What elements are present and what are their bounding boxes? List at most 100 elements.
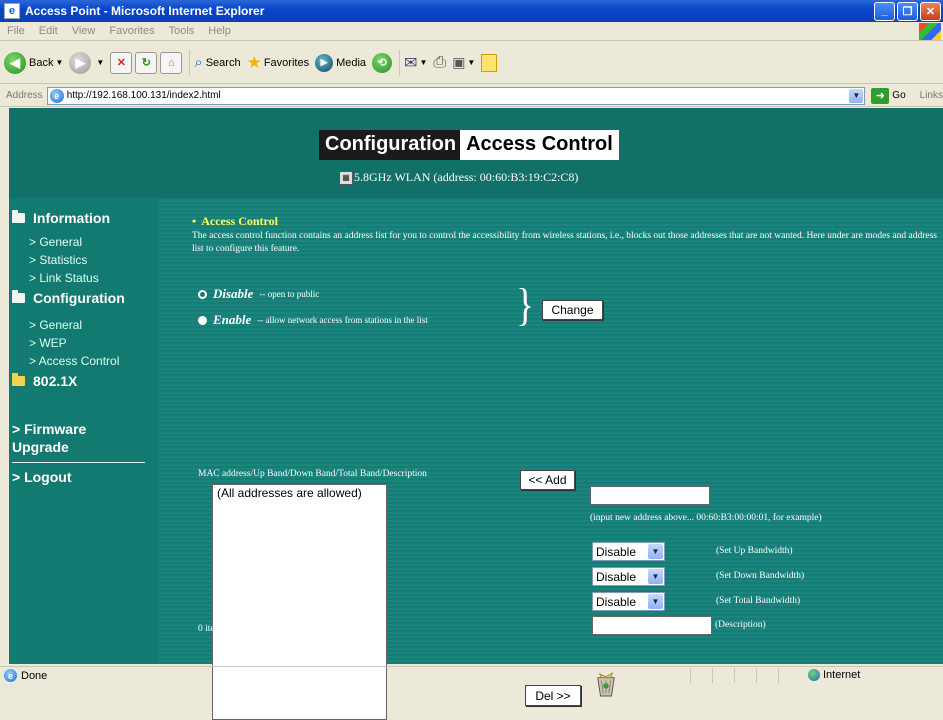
page-content: Configuration Access Control ▦ 5.8GHz WL…	[9, 108, 943, 720]
up-bandwidth-value: Disable	[596, 544, 637, 559]
nav-divider	[12, 462, 145, 463]
menu-file[interactable]: File	[0, 25, 32, 37]
forward-button[interactable]: ▶ ▼	[69, 51, 105, 74]
status-bar: e Done Internet	[0, 666, 943, 684]
print-button[interactable]: ⎙	[433, 54, 446, 72]
chevron-down-icon: ▼	[648, 569, 663, 584]
dropdown-arrow-icon: ▼	[96, 58, 105, 67]
go-button[interactable]: ➜ Go	[871, 87, 906, 104]
go-arrow-icon: ➜	[871, 87, 890, 104]
print-icon: ⎙	[433, 53, 447, 71]
radio-disable[interactable]	[198, 289, 207, 299]
nav-config-wep[interactable]: > WEP	[29, 336, 67, 350]
folder-icon	[12, 373, 25, 386]
globe-icon	[808, 669, 820, 681]
mode-disable-option[interactable]: Disable -- open to public	[198, 286, 319, 302]
edit-button[interactable]: ▣ ▼	[452, 54, 475, 71]
back-button[interactable]: ◀ Back ▼	[4, 51, 64, 74]
search-icon: ⌕	[194, 54, 203, 71]
edit-icon: ▣	[452, 54, 466, 70]
banner: Configuration Access Control ▦ 5.8GHz WL…	[9, 108, 943, 198]
sidebar: Information > General > Statistics > Lin…	[9, 198, 158, 664]
status-cell	[712, 668, 734, 683]
messenger-button[interactable]	[481, 53, 498, 72]
status-cell	[756, 668, 778, 683]
mac-address-list[interactable]: (All addresses are allowed)	[212, 484, 387, 720]
favorites-label: Favorites	[263, 56, 310, 69]
nav-802-1x[interactable]: 802.1X	[12, 373, 77, 389]
nav-info-general[interactable]: > General	[29, 235, 82, 249]
nav-information[interactable]: Information	[12, 210, 110, 226]
list-item[interactable]: (All addresses are allowed)	[217, 486, 382, 500]
open-folder-icon	[12, 210, 25, 223]
zone-text: Internet	[823, 669, 861, 681]
dropdown-arrow-icon: ▼	[467, 58, 476, 67]
back-arrow-icon: ◀	[4, 51, 26, 74]
nav-firmware-upgrade[interactable]: > Firmware Upgrade	[12, 420, 86, 456]
history-icon[interactable]: ⟲	[372, 52, 393, 73]
wlan-icon: ▦	[339, 170, 353, 185]
home-icon[interactable]: ⌂	[160, 51, 183, 74]
nav-config-access-control[interactable]: > Access Control	[29, 354, 119, 368]
links-button[interactable]: Links	[920, 90, 943, 101]
radio-enable[interactable]	[198, 315, 207, 325]
address-input[interactable]: e http://192.168.100.131/index2.html ▼	[46, 86, 866, 105]
address-dropdown-icon[interactable]: ▼	[849, 88, 864, 103]
minimize-button[interactable]: _	[874, 1, 895, 21]
add-button[interactable]: << Add	[520, 470, 575, 490]
nav-configuration-label: Configuration	[33, 290, 125, 306]
restore-button[interactable]: ❐	[897, 1, 918, 21]
nav-logout[interactable]: > Logout	[12, 468, 72, 486]
item-count: 0 items in list	[198, 624, 250, 634]
menu-bar: File Edit View Favorites Tools Help	[0, 22, 943, 41]
status-text: Done	[21, 669, 48, 682]
menu-view[interactable]: View	[65, 25, 103, 37]
refresh-icon[interactable]: ↻	[135, 51, 158, 74]
nav-802-1x-label: 802.1X	[33, 373, 78, 389]
menu-edit[interactable]: Edit	[32, 25, 65, 37]
media-label: Media	[336, 56, 367, 69]
main-panel: • Access Control The access control funct…	[158, 198, 943, 720]
bullet-icon: •	[192, 214, 197, 228]
close-button[interactable]: ✕	[920, 1, 941, 21]
address-hint: (input new address above... 00:60:B3:00:…	[590, 513, 822, 523]
search-button[interactable]: ⌕ Search	[194, 54, 240, 71]
toolbar: ◀ Back ▼ ▶ ▼ ✕ ↻ ⌂ ⌕ Search ★ Favorites …	[0, 42, 943, 84]
toolbar-separator	[189, 49, 191, 76]
menu-tools[interactable]: Tools	[162, 25, 202, 37]
toolbar-separator	[399, 49, 401, 76]
down-bandwidth-value: Disable	[596, 569, 637, 584]
down-bandwidth-select[interactable]: Disable ▼	[592, 567, 665, 586]
description-input[interactable]	[592, 616, 712, 635]
address-url: http://192.168.100.131/index2.html	[66, 90, 221, 101]
dropdown-arrow-icon: ▼	[419, 58, 428, 67]
window-title: Access Point - Microsoft Internet Explor…	[25, 4, 265, 18]
menu-help[interactable]: Help	[201, 25, 238, 37]
change-button[interactable]: Change	[542, 300, 603, 320]
favorites-button[interactable]: ★ Favorites	[247, 53, 310, 73]
dropdown-arrow-icon: ▼	[55, 58, 64, 67]
back-label: Back	[29, 56, 54, 69]
total-bandwidth-select[interactable]: Disable ▼	[592, 592, 665, 611]
mail-button[interactable]: ✉ ▼	[404, 53, 427, 73]
nav-config-general[interactable]: > General	[29, 318, 82, 332]
nav-info-link-status[interactable]: > Link Status	[29, 271, 99, 285]
address-label: Address	[6, 90, 43, 101]
nav-configuration[interactable]: Configuration	[12, 290, 125, 306]
disable-label: Disable	[213, 286, 254, 301]
stop-icon[interactable]: ✕	[110, 51, 133, 74]
up-bandwidth-select[interactable]: Disable ▼	[592, 542, 665, 561]
total-bandwidth-value: Disable	[596, 594, 637, 609]
status-cells	[690, 668, 800, 683]
nav-information-label: Information	[33, 210, 110, 226]
mode-enable-option[interactable]: Enable -- allow network access from stat…	[198, 312, 428, 328]
status-cell	[778, 668, 800, 683]
media-button[interactable]: ▶ Media	[315, 53, 367, 72]
nav-info-statistics[interactable]: > Statistics	[29, 253, 87, 267]
mail-icon: ✉	[404, 54, 418, 72]
wlan-text: 5.8GHz WLAN (address: 00:60:B3:19:C2:C8)	[354, 170, 579, 184]
new-address-input[interactable]	[590, 486, 710, 505]
delete-button[interactable]: Del >>	[525, 685, 581, 706]
page-icon: e	[49, 88, 64, 103]
menu-favorites[interactable]: Favorites	[102, 25, 161, 37]
